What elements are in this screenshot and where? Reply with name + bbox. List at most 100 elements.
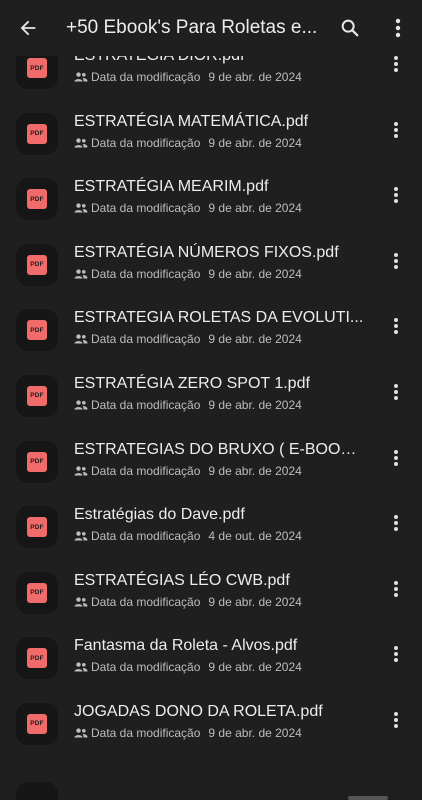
file-meta: Data da modificação 9 de abr. de 2024 <box>74 726 364 740</box>
file-thumbnail: PDF <box>16 309 58 352</box>
shared-people-icon <box>74 465 88 477</box>
file-list-item[interactable]: PDF Fantasma da Roleta - Alvos.pdf Data … <box>0 630 422 696</box>
file-info: Fantasma da Roleta - Alvos.pdf Data da m… <box>74 636 364 674</box>
pdf-file-icon: PDF <box>27 648 47 669</box>
file-name: ESTRATÉGIAS LÉO CWB.pdf <box>74 571 290 589</box>
file-more-options-button[interactable] <box>388 511 404 535</box>
file-info: ESTRATÉGIA MEARIM.pdf Data da modificaçã… <box>74 177 364 215</box>
file-info: ESTRATEGIA ROLETAS DA EVOLUTI... Data da… <box>74 308 364 346</box>
file-list-item[interactable]: PDF ESTRATÉGIA NÚMEROS FIXOS.pdf Data da… <box>0 237 422 303</box>
modified-label: Data da modificação <box>91 660 201 675</box>
modified-label: Data da modificação <box>91 463 201 478</box>
more-vert-icon <box>394 580 398 597</box>
modified-date: 9 de abr. de 2024 <box>208 725 302 740</box>
file-list-item[interactable]: PDF Estratégias do Dave.pdf Data da modi… <box>0 499 422 565</box>
modified-label: Data da modificação <box>91 135 201 150</box>
file-thumbnail: PDF <box>16 440 58 483</box>
shared-people-icon <box>74 333 88 345</box>
file-info: ESTRATÉGIA ZERO SPOT 1.pdf Data da modif… <box>74 374 364 412</box>
file-name: Estratégias do Dave.pdf <box>74 506 245 524</box>
modified-label: Data da modificação <box>91 70 201 84</box>
file-thumbnail <box>16 782 58 800</box>
file-thumbnail: PDF <box>16 637 58 680</box>
shared-people-icon <box>74 530 88 542</box>
shared-people-icon <box>74 727 88 739</box>
pdf-file-icon: PDF <box>27 451 47 472</box>
file-more-options-button[interactable] <box>388 249 404 273</box>
file-thumbnail: PDF <box>16 374 58 417</box>
file-list-item[interactable]: PDF ESTRATÉGIA MEARIM.pdf Data da modifi… <box>0 171 422 237</box>
pdf-file-icon: PDF <box>27 385 47 406</box>
modified-date: 9 de abr. de 2024 <box>208 660 302 675</box>
modified-label: Data da modificação <box>91 594 201 609</box>
modified-date: 9 de abr. de 2024 <box>208 201 302 216</box>
file-thumbnail: PDF <box>16 243 58 286</box>
file-list-item[interactable]: PDF ESTRATEGIAS DO BRUXO ( E-BOOK ... Da… <box>0 434 422 500</box>
more-vert-icon <box>394 646 398 663</box>
folder-title: +50 Ebook's Para Roletas e... <box>66 17 318 38</box>
file-name: JOGADAS DONO DA ROLETA.pdf <box>74 702 323 720</box>
more-vert-icon <box>394 711 398 728</box>
file-more-options-button[interactable] <box>388 118 404 142</box>
modified-date: 9 de abr. de 2024 <box>208 70 302 84</box>
modified-date: 9 de abr. de 2024 <box>208 135 302 150</box>
file-name: ESTRATEGIA ROLETAS DA EVOLUTI... <box>74 309 364 327</box>
file-info: ESTRATEGIAS DO BRUXO ( E-BOOK ... Data d… <box>74 440 364 478</box>
shared-people-icon <box>74 661 88 673</box>
more-vert-icon <box>394 449 398 466</box>
shared-people-icon <box>74 202 88 214</box>
file-more-options-button[interactable] <box>388 314 404 338</box>
file-more-options-button[interactable] <box>388 446 404 470</box>
back-button[interactable] <box>0 0 56 56</box>
more-vert-icon <box>394 56 398 72</box>
file-name: Fantasma da Roleta - Alvos.pdf <box>74 637 298 655</box>
file-info: ESTRATÉGIA NÚMEROS FIXOS.pdf Data da mod… <box>74 243 364 281</box>
shared-people-icon <box>74 71 88 83</box>
file-meta: Data da modificação 9 de abr. de 2024 <box>74 660 364 674</box>
modified-label: Data da modificação <box>91 529 201 544</box>
file-list-item[interactable]: PDF JOGADAS DONO DA ROLETA.pdf Data da m… <box>0 696 422 762</box>
modified-label: Data da modificação <box>91 725 201 740</box>
file-meta: Data da modificação 9 de abr. de 2024 <box>74 267 364 281</box>
file-more-options-button[interactable] <box>388 183 404 207</box>
pdf-file-icon: PDF <box>27 517 47 538</box>
more-vert-icon <box>394 515 398 532</box>
file-list: PDF ESTRATÉGIA DIOR.pdf Data da modifica… <box>0 40 422 762</box>
file-info: ESTRATÉGIAS LÉO CWB.pdf Data da modifica… <box>74 571 364 609</box>
modified-date: 9 de abr. de 2024 <box>208 397 302 412</box>
more-options-button[interactable] <box>374 0 422 56</box>
file-name: ESTRATÉGIA MATEMÁTICA.pdf <box>74 112 309 130</box>
file-meta: Data da modificação 9 de abr. de 2024 <box>74 70 364 84</box>
more-vert-icon <box>394 318 398 335</box>
file-list-item[interactable]: PDF ESTRATEGIA ROLETAS DA EVOLUTI... Dat… <box>0 302 422 368</box>
search-button[interactable] <box>326 0 374 56</box>
more-vert-icon <box>394 121 398 138</box>
file-more-options-button[interactable] <box>388 642 404 666</box>
modified-date: 9 de abr. de 2024 <box>208 594 302 609</box>
pdf-file-icon: PDF <box>27 713 47 734</box>
shared-people-icon <box>74 268 88 280</box>
file-name: ESTRATÉGIA ZERO SPOT 1.pdf <box>74 374 310 392</box>
file-more-options-button[interactable] <box>388 708 404 732</box>
file-list-item[interactable]: PDF ESTRATÉGIA ZERO SPOT 1.pdf Data da m… <box>0 368 422 434</box>
modified-date: 9 de abr. de 2024 <box>208 266 302 281</box>
shared-people-icon <box>74 399 88 411</box>
top-app-bar: +50 Ebook's Para Roletas e... <box>0 0 422 56</box>
file-list-item[interactable]: PDF ESTRATÉGIA MATEMÁTICA.pdf Data da mo… <box>0 106 422 172</box>
file-more-options-button[interactable] <box>388 577 404 601</box>
pdf-file-icon: PDF <box>27 254 47 275</box>
arrow-back-icon <box>20 20 36 36</box>
modified-label: Data da modificação <box>91 266 201 281</box>
search-icon <box>341 19 359 37</box>
file-name: ESTRATEGIAS DO BRUXO ( E-BOOK ... <box>74 440 364 458</box>
modified-label: Data da modificação <box>91 201 201 216</box>
file-meta: Data da modificação 9 de abr. de 2024 <box>74 201 364 215</box>
scroll-indicator <box>348 796 388 800</box>
modified-date: 9 de abr. de 2024 <box>208 463 302 478</box>
file-list-item[interactable]: PDF ESTRATÉGIAS LÉO CWB.pdf Data da modi… <box>0 565 422 631</box>
file-name: ESTRATÉGIA MEARIM.pdf <box>74 178 269 196</box>
pdf-file-icon: PDF <box>27 58 47 78</box>
modified-label: Data da modificação <box>91 332 201 347</box>
file-more-options-button[interactable] <box>388 380 404 404</box>
pdf-file-icon: PDF <box>27 320 47 341</box>
